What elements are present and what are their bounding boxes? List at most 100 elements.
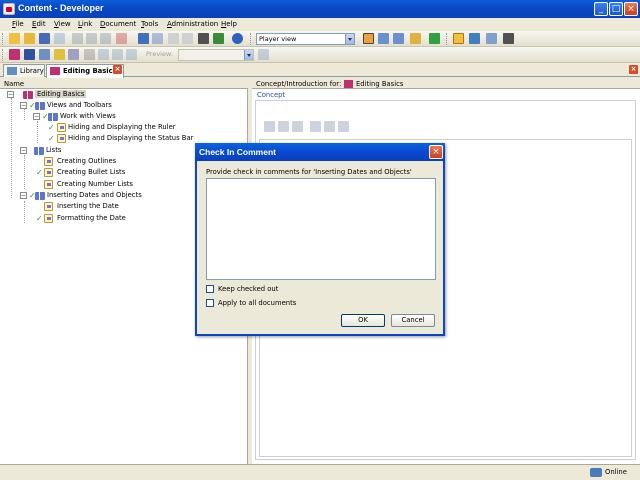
tree-item[interactable]: − Editing Basics <box>4 90 244 100</box>
unlink-icon[interactable] <box>324 121 335 132</box>
menu-view[interactable]: View <box>54 20 71 28</box>
check-in-dialog: Check In Comment × Provide check in comm… <box>195 143 445 336</box>
minimize-button[interactable]: _ <box>594 2 608 16</box>
layout-2-icon[interactable] <box>378 33 389 44</box>
link-icon[interactable] <box>264 121 275 132</box>
menu-link[interactable]: Link <box>78 20 92 28</box>
check-out-icon[interactable] <box>453 33 464 44</box>
checked-in-icon: ✓ <box>36 214 43 223</box>
delete-icon[interactable] <box>116 33 127 44</box>
toolbar-grip[interactable] <box>250 33 253 45</box>
menu-document[interactable]: Document <box>100 20 136 28</box>
refresh-icon[interactable] <box>429 33 440 44</box>
save-icon[interactable] <box>39 33 50 44</box>
apply-all-checkbox[interactable] <box>206 299 214 307</box>
question-icon[interactable] <box>68 49 79 60</box>
help-icon[interactable] <box>232 33 243 44</box>
redo-icon[interactable] <box>152 33 163 44</box>
edit-icon[interactable] <box>310 121 321 132</box>
open-folder-icon[interactable] <box>24 33 35 44</box>
tree-item[interactable]: − ✓ Work with Views <box>4 112 244 122</box>
collapse-icon[interactable]: − <box>7 91 14 98</box>
dialog-title-bar[interactable]: Check In Comment <box>195 143 445 161</box>
new-document-icon[interactable] <box>9 33 20 44</box>
topic-icon[interactable] <box>54 49 65 60</box>
paste-icon[interactable] <box>100 33 111 44</box>
sync-icon[interactable] <box>486 33 497 44</box>
concept-section-label: Concept <box>257 91 286 99</box>
cancel-button[interactable]: Cancel <box>391 314 435 327</box>
section-icon <box>48 113 58 121</box>
tab-library[interactable]: Library <box>3 64 45 77</box>
chevron-down-icon[interactable] <box>345 34 354 44</box>
close-window-button[interactable]: × <box>624 2 638 16</box>
window-title: Content - Developer <box>18 3 104 13</box>
find-icon[interactable] <box>198 33 209 44</box>
topic-icon <box>44 180 53 189</box>
expand-icon[interactable] <box>168 33 179 44</box>
status-bar: Online <box>0 464 640 480</box>
menu-help[interactable]: Help <box>221 20 237 28</box>
outline-icon[interactable] <box>9 49 20 60</box>
maximize-button[interactable]: □ <box>609 2 623 16</box>
apply-all-label: Apply to all documents <box>218 299 297 307</box>
collapse-icon[interactable]: − <box>20 192 27 199</box>
collapse-icon[interactable]: − <box>20 147 27 154</box>
preview-select[interactable] <box>178 49 254 61</box>
chevron-down-icon[interactable] <box>244 50 253 60</box>
network-icon <box>590 468 602 477</box>
check-in-icon[interactable] <box>469 33 480 44</box>
topic-icon <box>57 134 66 143</box>
menu-tools[interactable]: Tools <box>141 20 158 28</box>
comment-textarea[interactable] <box>206 178 436 280</box>
menu-edit[interactable]: Edit <box>32 20 46 28</box>
layout-1-icon[interactable] <box>363 33 374 44</box>
properties-icon[interactable] <box>338 121 349 132</box>
tree-item[interactable]: ✓ Hiding and Displaying the Ruler <box>4 123 244 133</box>
move-up-icon[interactable] <box>112 49 123 60</box>
outline-icon <box>50 67 60 75</box>
checked-in-icon: ✓ <box>36 168 43 177</box>
close-document-icon[interactable]: × <box>629 65 638 74</box>
tree-column-header[interactable]: Name <box>0 78 248 89</box>
tree-item[interactable]: − ✓ Views and Toolbars <box>4 101 244 111</box>
cut-icon[interactable] <box>72 33 83 44</box>
collapse-icon[interactable] <box>182 33 193 44</box>
keep-checked-out-checkbox[interactable] <box>206 285 214 293</box>
copy-icon[interactable] <box>292 121 303 132</box>
checked-in-icon: ✓ <box>48 134 55 143</box>
view-mode-select[interactable]: Player view <box>256 33 355 45</box>
title-bar: Content - Developer _ □ × <box>0 0 640 18</box>
undo-icon[interactable] <box>138 33 149 44</box>
dialog-close-button[interactable]: × <box>429 145 443 159</box>
secondary-toolbar: Preview: <box>0 47 640 63</box>
move-left-icon[interactable] <box>98 49 109 60</box>
spell-check-icon[interactable] <box>213 33 224 44</box>
close-tab-icon[interactable]: × <box>113 65 122 74</box>
move-down-icon[interactable] <box>126 49 137 60</box>
preview-go-icon[interactable] <box>258 49 269 60</box>
toolbar-grip[interactable] <box>2 49 5 61</box>
copy-icon[interactable] <box>86 33 97 44</box>
save-all-icon[interactable] <box>54 33 65 44</box>
module-icon <box>35 102 45 110</box>
keep-checked-out-label: Keep checked out <box>218 285 279 293</box>
menu-administration[interactable]: Administration <box>167 20 218 28</box>
ok-button[interactable]: OK <box>341 314 385 327</box>
layout-3-icon[interactable] <box>393 33 404 44</box>
dropdown-icon[interactable] <box>84 49 95 60</box>
toolbar-grip[interactable] <box>2 33 5 45</box>
open-properties-icon[interactable] <box>410 33 421 44</box>
menu-bar: File Edit View Link Document Tools Admin… <box>0 18 640 31</box>
user-icon[interactable] <box>503 33 514 44</box>
module-icon[interactable] <box>24 49 35 60</box>
menu-file[interactable]: File <box>12 20 24 28</box>
topic-icon <box>44 157 53 166</box>
package-icon[interactable] <box>278 121 289 132</box>
topic-icon <box>44 202 53 211</box>
section-icon[interactable] <box>39 49 50 60</box>
collapse-icon[interactable]: − <box>20 102 27 109</box>
standard-toolbar: Player view <box>0 31 640 47</box>
collapse-icon[interactable]: − <box>33 113 40 120</box>
toolbar-grip[interactable] <box>446 33 449 45</box>
